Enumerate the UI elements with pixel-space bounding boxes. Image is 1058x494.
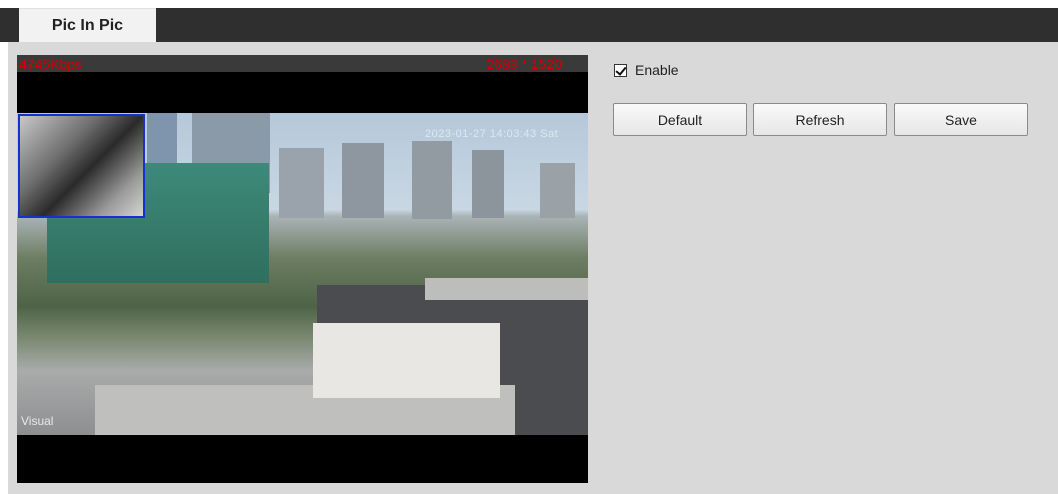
resolution-readout: 2688 * 1520 <box>486 56 562 72</box>
default-button[interactable]: Default <box>613 103 747 136</box>
building <box>279 148 324 218</box>
rooftop-structure <box>313 323 500 398</box>
tab-pic-in-pic[interactable]: Pic In Pic <box>19 8 156 42</box>
enable-row[interactable]: Enable <box>614 62 679 78</box>
building <box>412 141 452 219</box>
building <box>540 163 575 218</box>
tab-bar <box>0 8 1058 42</box>
channel-label: Visual <box>21 414 54 428</box>
refresh-button[interactable]: Refresh <box>753 103 887 136</box>
save-button[interactable]: Save <box>894 103 1028 136</box>
pip-thermal-window[interactable] <box>18 114 145 218</box>
enable-label: Enable <box>635 62 679 78</box>
rooftop-structure <box>425 278 588 300</box>
video-preview: 4745Kbps 2688 * 1520 2023-01-27 14:03:43… <box>17 55 588 483</box>
top-margin <box>0 0 1058 8</box>
bitrate-readout: 4745Kbps <box>19 56 83 72</box>
enable-checkbox[interactable] <box>614 63 627 77</box>
building <box>342 143 384 218</box>
building <box>472 150 504 218</box>
camera-timestamp: 2023-01-27 14:03:43 Sat <box>425 128 559 140</box>
